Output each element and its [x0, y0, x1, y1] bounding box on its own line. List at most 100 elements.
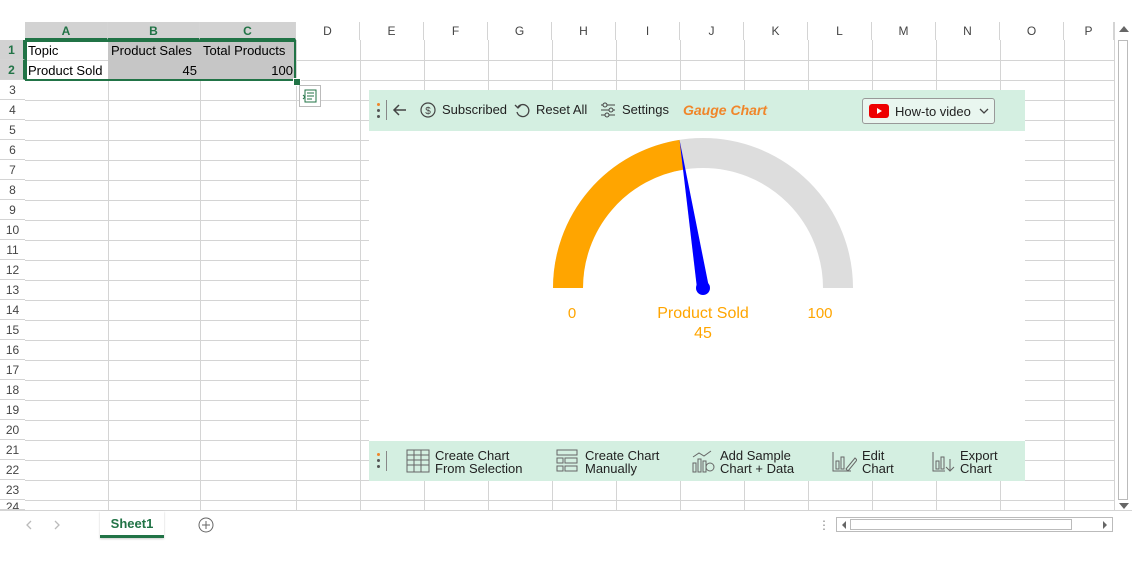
row-header-7[interactable]: 7	[0, 160, 25, 180]
export-chart-line2: Chart	[960, 461, 992, 476]
svg-text:$: $	[425, 106, 431, 117]
scroll-up-icon[interactable]	[1119, 26, 1129, 32]
edit-chart-icon	[832, 452, 857, 472]
reset-all-button[interactable]: Reset All	[514, 102, 587, 118]
youtube-icon	[869, 104, 889, 118]
column-header-c[interactable]: C	[200, 22, 296, 40]
gauge-series-label: Product Sold	[657, 305, 749, 322]
add-sample-line2: Chart + Data	[720, 461, 795, 476]
back-button[interactable]	[392, 102, 408, 118]
row-header-9[interactable]: 9	[0, 200, 25, 220]
edit-chart-button[interactable]: Edit Chart	[831, 449, 894, 475]
scroll-down-icon[interactable]	[1119, 503, 1129, 509]
tab-split-handle-icon[interactable]: ⋮	[818, 518, 830, 532]
row-header-22[interactable]: 22	[0, 460, 25, 480]
sliders-icon	[601, 102, 615, 118]
row-header-14[interactable]: 14	[0, 300, 25, 320]
row-header-1[interactable]: 1	[0, 40, 25, 60]
export-chart-button[interactable]: Export Chart	[931, 449, 998, 475]
export-chart-icon	[932, 452, 955, 472]
horizontal-scrollbar[interactable]	[836, 517, 1113, 532]
row-header-8[interactable]: 8	[0, 180, 25, 200]
row-header-21[interactable]: 21	[0, 440, 25, 460]
form-list-icon	[556, 449, 578, 472]
column-header-p[interactable]: P	[1064, 22, 1114, 40]
horizontal-scroll-thumb[interactable]	[850, 519, 1072, 530]
column-header-e[interactable]: E	[360, 22, 424, 40]
gauge-value-label: 45	[694, 325, 712, 342]
row-header-11[interactable]: 11	[0, 240, 25, 260]
row-header-13[interactable]: 13	[0, 280, 25, 300]
vertical-scroll-thumb[interactable]	[1118, 40, 1128, 500]
gauge-min-label: 0	[568, 305, 576, 322]
column-header-g[interactable]: G	[488, 22, 552, 40]
add-sheet-icon[interactable]	[198, 517, 214, 533]
column-header-j[interactable]: J	[680, 22, 744, 40]
select-all-corner[interactable]	[0, 22, 25, 40]
sheet-tabs-bar: Sheet1 ⋮	[0, 510, 1132, 541]
quick-analysis-icon	[302, 89, 317, 103]
sample-chart-icon	[692, 450, 715, 473]
row-header-5[interactable]: 5	[0, 120, 25, 140]
subscribed-button[interactable]: $ Subscribed	[420, 102, 507, 118]
row-header-16[interactable]: 16	[0, 340, 25, 360]
settings-label: Settings	[622, 102, 669, 117]
create-chart-from-selection-button[interactable]: Create Chart From Selection	[406, 449, 522, 475]
column-header-k[interactable]: K	[744, 22, 808, 40]
quick-analysis-button[interactable]	[299, 85, 321, 107]
row-header-3[interactable]: 3	[0, 80, 25, 100]
column-header-b[interactable]: B	[108, 22, 200, 40]
dollar-circle-icon: $	[420, 102, 436, 118]
addin-brand-title: Gauge Chart	[683, 102, 768, 118]
row-header-17[interactable]: 17	[0, 360, 25, 380]
reset-all-label: Reset All	[536, 102, 588, 117]
vertical-scrollbar[interactable]	[1114, 22, 1132, 512]
sheet-tab-sheet1[interactable]: Sheet1	[100, 511, 164, 538]
subscribed-label: Subscribed	[442, 102, 508, 117]
row-header-12[interactable]: 12	[0, 260, 25, 280]
scroll-right-icon[interactable]	[1101, 520, 1109, 530]
addin-bottom-toolbar: Create Chart From Selection Create Chart…	[369, 441, 1025, 481]
row-header-4[interactable]: 4	[0, 100, 25, 120]
row-header-6[interactable]: 6	[0, 140, 25, 160]
gauge-needle-hub	[696, 281, 710, 295]
gauge-filled-arc	[553, 139, 685, 289]
back-arrow-icon	[392, 104, 406, 116]
scroll-tabs-left-icon[interactable]	[24, 520, 34, 530]
drag-handle-icon[interactable]	[377, 453, 381, 471]
column-header-o[interactable]: O	[1000, 22, 1064, 40]
column-header-m[interactable]: M	[872, 22, 936, 40]
toolbar-divider	[386, 100, 387, 120]
column-header-d[interactable]: D	[296, 22, 360, 40]
how-to-video-label: How-to video	[895, 103, 971, 119]
column-header-h[interactable]: H	[552, 22, 616, 40]
addin-top-toolbar: $ Subscribed Reset All Settings Gauge Ch…	[369, 90, 1025, 131]
drag-handle-icon[interactable]	[377, 103, 381, 121]
row-header-20[interactable]: 20	[0, 420, 25, 440]
row-header-19[interactable]: 19	[0, 400, 25, 420]
add-sample-chart-data-button[interactable]: Add Sample Chart + Data	[691, 449, 794, 475]
row-header-10[interactable]: 10	[0, 220, 25, 240]
reset-icon	[514, 103, 530, 118]
column-header-i[interactable]: I	[616, 22, 680, 40]
create-chart-from-selection-line2: From Selection	[435, 461, 523, 476]
scroll-tabs-right-icon[interactable]	[52, 520, 62, 530]
how-to-video-dropdown[interactable]: How-to video	[862, 98, 995, 124]
create-chart-manually-button[interactable]: Create Chart Manually	[556, 449, 659, 475]
selection-border	[25, 40, 296, 81]
gauge-max-label: 100	[807, 305, 832, 322]
column-header-l[interactable]: L	[808, 22, 872, 40]
column-header-n[interactable]: N	[936, 22, 1000, 40]
toolbar-divider	[386, 451, 387, 471]
row-header-24[interactable]: 24	[0, 500, 25, 510]
column-header-f[interactable]: F	[424, 22, 488, 40]
table-grid-icon	[406, 449, 430, 473]
column-header-a[interactable]: A	[25, 22, 108, 40]
row-header-2[interactable]: 2	[0, 60, 25, 80]
row-header-23[interactable]: 23	[0, 480, 25, 500]
settings-button[interactable]: Settings	[600, 102, 669, 118]
scroll-left-icon[interactable]	[840, 520, 848, 530]
edit-chart-line2: Chart	[862, 461, 894, 476]
row-header-15[interactable]: 15	[0, 320, 25, 340]
row-header-18[interactable]: 18	[0, 380, 25, 400]
